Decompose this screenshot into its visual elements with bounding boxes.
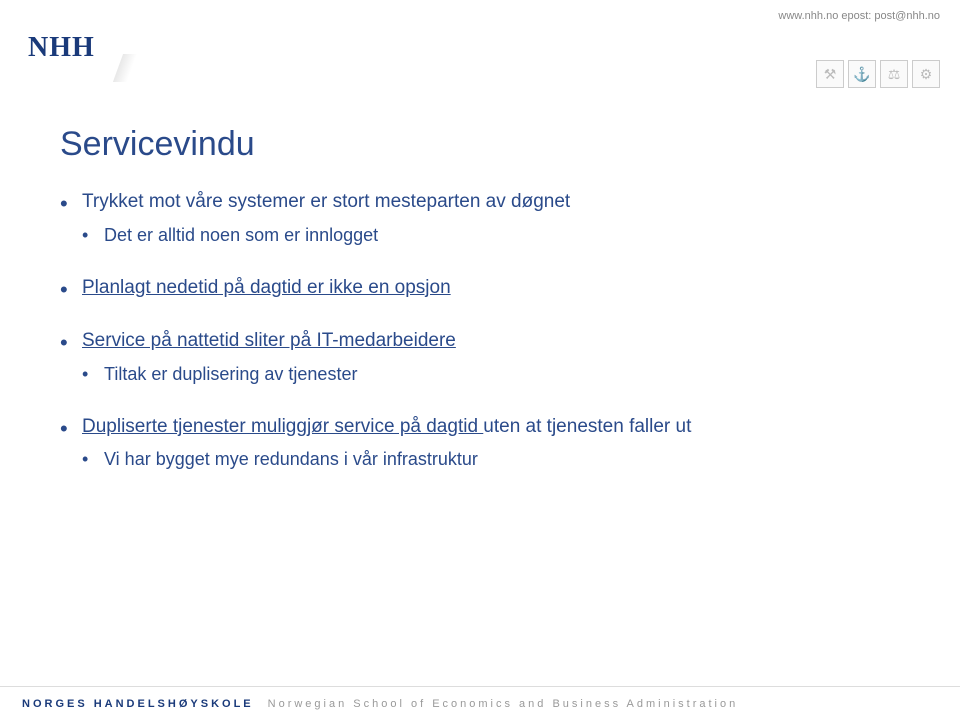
list-item: Det er alltid noen som er innlogget <box>82 222 900 248</box>
bullet-text-tail: uten at tjenesten faller ut <box>483 416 691 437</box>
header-url: www.nhh.no epost: post@nhh.no <box>778 10 940 22</box>
bullet-text: Vi har bygget mye redundans i vår infras… <box>104 449 478 469</box>
bullet-list: Trykket mot våre systemer er stort meste… <box>60 188 900 472</box>
scales-icon: ⚖ <box>880 60 908 88</box>
list-item: Vi har bygget mye redundans i vår infras… <box>82 446 900 472</box>
footer-right: Norwegian School of Economics and Busine… <box>268 698 739 710</box>
footer-left: NORGES HANDELSHØYSKOLE <box>22 698 254 710</box>
sub-list: Vi har bygget mye redundans i vår infras… <box>82 446 900 472</box>
sub-list: Det er alltid noen som er innlogget <box>82 222 900 248</box>
list-item: Planlagt nedetid på dagtid er ikke en op… <box>60 274 900 302</box>
list-item: Service på nattetid sliter på IT-medarbe… <box>60 327 900 387</box>
anchor-icon: ⚓ <box>848 60 876 88</box>
list-item: Trykket mot våre systemer er stort meste… <box>60 188 900 248</box>
decorative-stripe <box>113 54 137 82</box>
list-item: Tiltak er duplisering av tjenester <box>82 361 900 387</box>
logo: NHH <box>28 32 95 64</box>
bullet-text: Dupliserte tjenester muliggjør service p… <box>82 416 483 437</box>
bullet-text: Tiltak er duplisering av tjenester <box>104 364 357 384</box>
slide-title: Servicevindu <box>60 125 900 164</box>
bullet-text: Det er alltid noen som er innlogget <box>104 225 378 245</box>
bullet-text: Trykket mot våre systemer er stort meste… <box>82 191 570 212</box>
content-area: Servicevindu Trykket mot våre systemer e… <box>60 125 900 498</box>
bullet-text: Service på nattetid sliter på IT-medarbe… <box>82 330 456 351</box>
bullet-text: Planlagt nedetid på dagtid er ikke en op… <box>82 277 451 298</box>
footer: NORGES HANDELSHØYSKOLE Norwegian School … <box>0 686 960 720</box>
icon-row: ⚒ ⚓ ⚖ ⚙ <box>816 60 940 88</box>
gear-icon: ⚙ <box>912 60 940 88</box>
sub-list: Tiltak er duplisering av tjenester <box>82 361 900 387</box>
hammers-icon: ⚒ <box>816 60 844 88</box>
list-item: Dupliserte tjenester muliggjør service p… <box>60 413 900 473</box>
